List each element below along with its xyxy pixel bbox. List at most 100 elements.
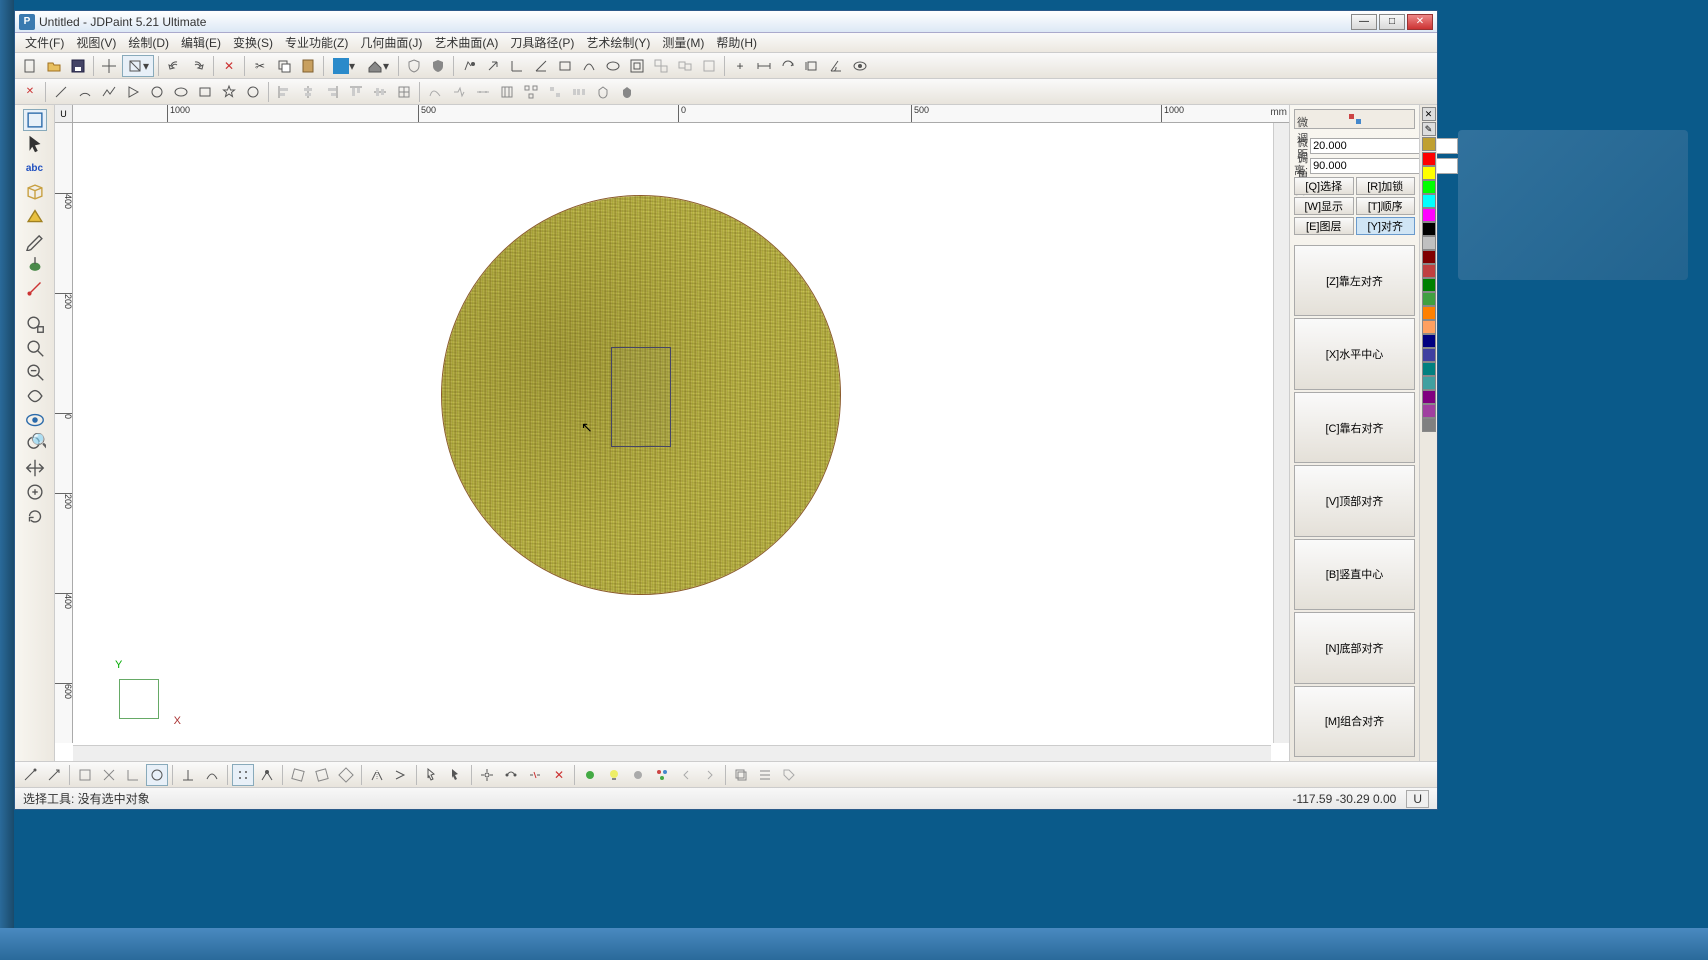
paste-icon[interactable] <box>297 55 319 77</box>
shield-fill-icon[interactable] <box>427 55 449 77</box>
path-b-icon[interactable] <box>448 81 470 103</box>
unit-toggle-button[interactable]: U <box>1406 790 1429 808</box>
polygon-icon[interactable] <box>242 81 264 103</box>
dim-angle-icon[interactable] <box>825 55 847 77</box>
align-top-icon[interactable] <box>345 81 367 103</box>
menu-toolpath[interactable]: 刀具路径(P) <box>504 32 580 53</box>
menu-art-surface[interactable]: 艺术曲面(A) <box>428 32 504 53</box>
color-swatch[interactable] <box>1422 180 1436 194</box>
menu-geom-surface[interactable]: 几何曲面(J) <box>354 32 428 53</box>
btn-y-align[interactable]: [Y]对齐 <box>1356 217 1416 235</box>
close-button[interactable]: ✕ <box>1407 14 1433 30</box>
rotate-c-icon[interactable] <box>335 764 357 786</box>
play-icon[interactable] <box>122 81 144 103</box>
color-swatch[interactable] <box>1422 306 1436 320</box>
rect-tool-icon[interactable] <box>554 55 576 77</box>
mesh2-icon[interactable] <box>544 81 566 103</box>
path-a-icon[interactable] <box>424 81 446 103</box>
dim-h-icon[interactable] <box>753 55 775 77</box>
ellipse-tool-icon[interactable] <box>602 55 624 77</box>
color-swatch[interactable] <box>1422 292 1436 306</box>
snap-x-icon[interactable] <box>98 764 120 786</box>
menu-transform[interactable]: 变换(S) <box>227 32 279 53</box>
delete-icon[interactable]: ✕ <box>218 55 240 77</box>
windows-taskbar[interactable] <box>0 928 1708 960</box>
menu-measure[interactable]: 测量(M) <box>656 32 710 53</box>
fill-color-icon[interactable]: ▾ <box>328 55 360 77</box>
ruler-corner[interactable]: U <box>55 105 73 123</box>
color-swatch[interactable] <box>1422 264 1436 278</box>
dim-eye-icon[interactable] <box>849 55 871 77</box>
align-right-icon[interactable] <box>321 81 343 103</box>
delete-node-icon[interactable]: ✕ <box>548 764 570 786</box>
cut-icon[interactable]: ✂ <box>249 55 271 77</box>
btn-align-hcenter[interactable]: [X]水平中心 <box>1294 318 1415 389</box>
palette-close-icon[interactable]: ✕ <box>1422 107 1436 121</box>
color-swatch[interactable] <box>1422 404 1436 418</box>
explode-icon[interactable] <box>476 764 498 786</box>
selection-rectangle[interactable] <box>611 347 671 447</box>
btn-t-order[interactable]: [T]顺序 <box>1356 197 1416 215</box>
palette-edit-icon[interactable]: ✎ <box>1422 122 1436 136</box>
menu-edit[interactable]: 编辑(E) <box>175 32 227 53</box>
tag-icon[interactable] <box>778 764 800 786</box>
pointer-tool-icon[interactable] <box>23 133 47 155</box>
vertical-scrollbar[interactable] <box>1273 123 1289 743</box>
pencil-tool-icon[interactable] <box>23 229 47 251</box>
btn-w-show[interactable]: [W]显示 <box>1294 197 1354 215</box>
menu-help[interactable]: 帮助(H) <box>710 32 763 53</box>
zoom-out-icon[interactable] <box>23 361 47 383</box>
drawing-canvas[interactable]: ↖ Y X <box>73 123 1271 743</box>
grid-snap-icon[interactable] <box>232 764 254 786</box>
menu-file[interactable]: 文件(F) <box>19 32 70 53</box>
pan-tool-icon[interactable] <box>23 457 47 479</box>
color-swatch[interactable] <box>1422 390 1436 404</box>
undo-icon[interactable] <box>163 55 185 77</box>
zoom-sel-icon[interactable]: 🔍 <box>23 433 47 455</box>
bool-sub-icon[interactable] <box>616 81 638 103</box>
3d-box-icon[interactable] <box>23 181 47 203</box>
layer-next-icon[interactable] <box>699 764 721 786</box>
zoom-all-icon[interactable] <box>23 481 47 503</box>
tangent-icon[interactable] <box>201 764 223 786</box>
btn-align-bottom[interactable]: [N]底部对齐 <box>1294 612 1415 683</box>
perpendicular-icon[interactable] <box>177 764 199 786</box>
dim-rot-icon[interactable] <box>777 55 799 77</box>
render-mode-icon[interactable]: ▾ <box>362 55 394 77</box>
menu-draw[interactable]: 绘制(D) <box>122 32 175 53</box>
list-icon[interactable] <box>754 764 776 786</box>
color-swatch[interactable] <box>1422 152 1436 166</box>
titlebar[interactable]: P Untitled - JDPaint 5.21 Ultimate — □ ✕ <box>15 11 1437 33</box>
grid2-icon[interactable] <box>496 81 518 103</box>
layer-green-icon[interactable] <box>579 764 601 786</box>
curve-tool-icon[interactable] <box>578 55 600 77</box>
mirror-v-icon[interactable] <box>390 764 412 786</box>
group-a-icon[interactable] <box>650 55 672 77</box>
color-swatch[interactable] <box>1422 348 1436 362</box>
arc-icon[interactable] <box>74 81 96 103</box>
ellipse-icon[interactable] <box>170 81 192 103</box>
color-swatch[interactable] <box>1422 250 1436 264</box>
zoom-in-icon[interactable] <box>23 337 47 359</box>
dim-box-icon[interactable] <box>801 55 823 77</box>
shape-tool-icon[interactable] <box>23 205 47 227</box>
align-center-icon[interactable] <box>297 81 319 103</box>
pick-arrow-fill-icon[interactable] <box>445 764 467 786</box>
zoom-rect-icon[interactable] <box>23 313 47 335</box>
select-tool-icon[interactable] <box>23 109 47 131</box>
align-middle-icon[interactable] <box>369 81 391 103</box>
color-swatch[interactable] <box>1422 137 1436 151</box>
btn-q-select[interactable]: [Q]选择 <box>1294 177 1354 195</box>
btn-align-top[interactable]: [V]顶部对齐 <box>1294 465 1415 536</box>
color-swatch[interactable] <box>1422 208 1436 222</box>
btn-e-layer[interactable]: [E]图层 <box>1294 217 1354 235</box>
horizontal-scrollbar[interactable] <box>73 745 1271 761</box>
layer-gray-icon[interactable] <box>627 764 649 786</box>
color-swatch[interactable] <box>1422 278 1436 292</box>
align-left-icon[interactable] <box>273 81 295 103</box>
line-icon[interactable] <box>50 81 72 103</box>
node-arrow-icon[interactable] <box>43 764 65 786</box>
shield-outline-icon[interactable] <box>403 55 425 77</box>
save-file-icon[interactable] <box>67 55 89 77</box>
rectangle-icon[interactable] <box>194 81 216 103</box>
